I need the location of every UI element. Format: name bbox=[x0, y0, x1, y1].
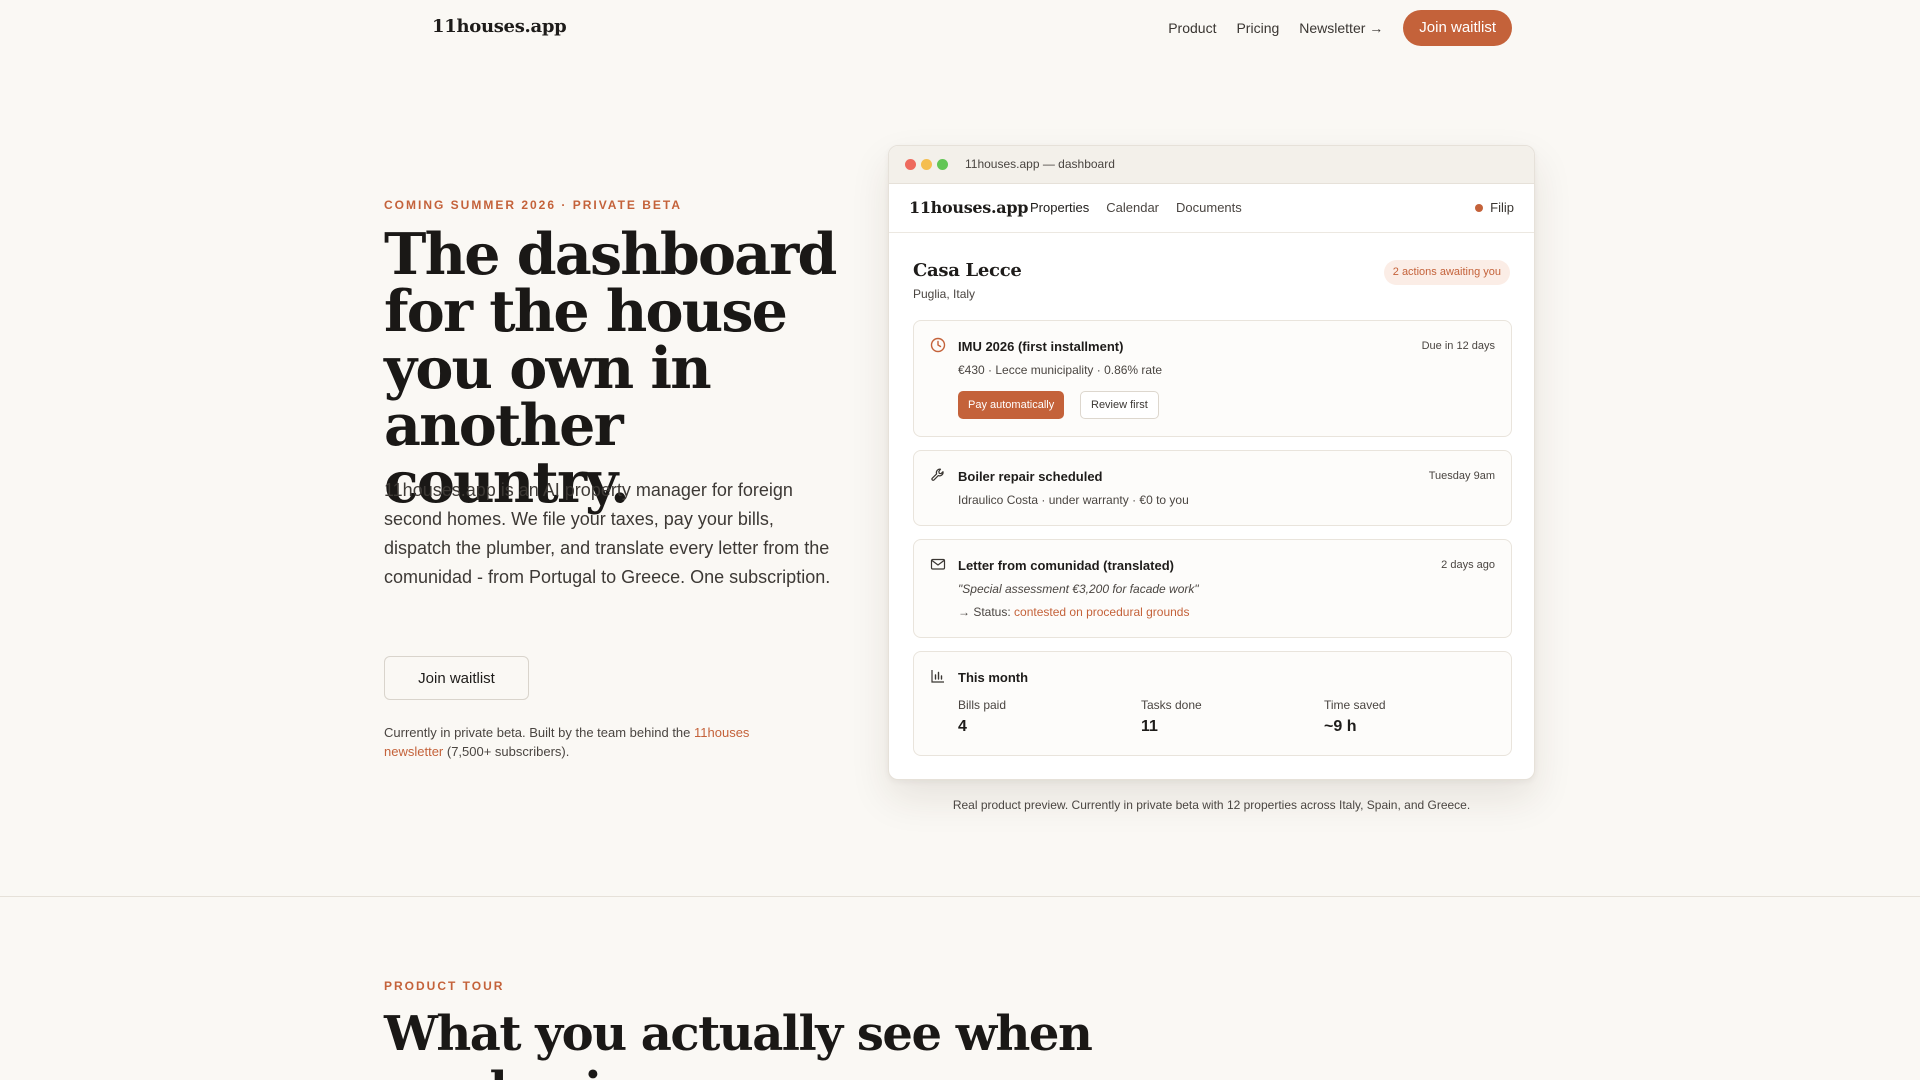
stat-tasks-done: Tasks done 11 bbox=[1141, 698, 1202, 736]
close-dot-icon bbox=[905, 159, 916, 170]
nav-link-newsletter[interactable]: Newsletter → bbox=[1299, 20, 1383, 36]
card-schedule: Tuesday 9am bbox=[1428, 470, 1495, 482]
clock-icon bbox=[930, 337, 946, 353]
site-logo[interactable]: 11houses.app bbox=[432, 16, 567, 37]
stat-value: 4 bbox=[958, 718, 967, 735]
stat-value: 11 bbox=[1141, 718, 1158, 735]
status-value: contested on procedural grounds bbox=[1014, 605, 1190, 619]
top-nav: 11houses.app Product Pricing Newsletter … bbox=[0, 0, 1920, 56]
review-first-button[interactable]: Review first bbox=[1080, 391, 1159, 419]
user-menu[interactable]: Filip bbox=[1475, 200, 1514, 215]
hero-eyebrow: COMING SUMMER 2026 · PRIVATE BETA bbox=[384, 198, 683, 212]
card-title: IMU 2026 (first installment) bbox=[958, 339, 1124, 354]
card-due: Due in 12 days bbox=[1421, 340, 1495, 352]
dashboard-preview-window: 11houses.app — dashboard 11houses.app Pr… bbox=[888, 145, 1535, 780]
beta-note-suffix: (7,500+ subscribers). bbox=[443, 744, 570, 759]
stat-label: Bills paid bbox=[958, 698, 1007, 712]
nav-link-pricing[interactable]: Pricing bbox=[1236, 20, 1279, 36]
app-logo[interactable]: 11houses.app bbox=[909, 198, 1028, 217]
card-title: Boiler repair scheduled bbox=[958, 469, 1103, 484]
property-name: Casa Lecce bbox=[913, 260, 1022, 281]
letter-quote: "Special assessment €3,200 for facade wo… bbox=[958, 582, 1199, 596]
beta-note: Currently in private beta. Built by the … bbox=[384, 723, 804, 761]
card-details: €430 · Lecce municipality · 0.86% rate bbox=[958, 363, 1163, 377]
app-tabs: Properties Calendar Documents bbox=[1030, 200, 1242, 215]
mail-icon bbox=[930, 558, 946, 570]
tab-calendar[interactable]: Calendar bbox=[1106, 200, 1159, 215]
card-time: 2 days ago bbox=[1441, 559, 1495, 571]
stat-value: ~9 h bbox=[1324, 718, 1357, 735]
nav-join-waitlist-button[interactable]: Join waitlist bbox=[1403, 10, 1512, 46]
nav-link-product[interactable]: Product bbox=[1168, 20, 1216, 36]
pay-automatically-button[interactable]: Pay automatically bbox=[958, 391, 1065, 419]
bar-chart-icon bbox=[931, 670, 944, 683]
task-card-imu[interactable]: IMU 2026 (first installment) Due in 12 d… bbox=[913, 320, 1512, 437]
wrench-icon bbox=[931, 468, 944, 481]
stat-bills-paid: Bills paid 4 bbox=[958, 698, 1006, 736]
window-titlebar: 11houses.app — dashboard bbox=[889, 146, 1534, 184]
nav-links: Product Pricing Newsletter → Join waitli… bbox=[1168, 10, 1512, 46]
stat-label: Time saved bbox=[1324, 698, 1386, 712]
tab-documents[interactable]: Documents bbox=[1176, 200, 1242, 215]
card-title: This month bbox=[958, 670, 1029, 685]
hero-title: The dashboard for the house you own in a… bbox=[384, 221, 837, 516]
tour-eyebrow: PRODUCT TOUR bbox=[384, 979, 505, 993]
minimize-dot-icon bbox=[921, 159, 932, 170]
status-prefix: → Status: bbox=[958, 605, 1015, 619]
card-details: Idraulico Costa · under warranty · €0 to… bbox=[958, 493, 1189, 507]
monthly-stats-card: This month Bills paid 4 Tasks done 11 Ti… bbox=[913, 651, 1512, 756]
section-divider bbox=[0, 896, 1920, 897]
hero-join-waitlist-button[interactable]: Join waitlist bbox=[384, 656, 529, 700]
app-nav: 11houses.app Properties Calendar Documen… bbox=[889, 184, 1534, 233]
letter-status: → Status: contested on procedural ground… bbox=[958, 605, 1189, 619]
stat-label: Tasks done bbox=[1141, 698, 1202, 712]
task-card-boiler[interactable]: Boiler repair scheduled Tuesday 9am Idra… bbox=[913, 450, 1512, 526]
hero-subtitle: 11houses.app is an AI property manager f… bbox=[384, 480, 831, 587]
preview-caption: Real product preview. Currently in priva… bbox=[952, 798, 1471, 812]
beta-note-prefix: Currently in private beta. Built by the … bbox=[384, 725, 695, 740]
window-title: 11houses.app — dashboard bbox=[965, 157, 1115, 171]
user-name: Filip bbox=[1490, 200, 1514, 215]
stat-time-saved: Time saved ~9 h bbox=[1324, 698, 1386, 736]
task-card-letter[interactable]: Letter from comunidad (translated) 2 day… bbox=[913, 539, 1512, 638]
user-status-dot-icon bbox=[1475, 203, 1484, 212]
actions-badge[interactable]: 2 actions awaiting you bbox=[1383, 260, 1510, 285]
property-location: Puglia, Italy bbox=[913, 287, 976, 301]
tab-properties[interactable]: Properties bbox=[1030, 200, 1089, 215]
maximize-dot-icon bbox=[937, 159, 948, 170]
card-title: Letter from comunidad (translated) bbox=[958, 558, 1174, 573]
tour-title: What you actually see when you log in. bbox=[384, 1006, 1093, 1080]
